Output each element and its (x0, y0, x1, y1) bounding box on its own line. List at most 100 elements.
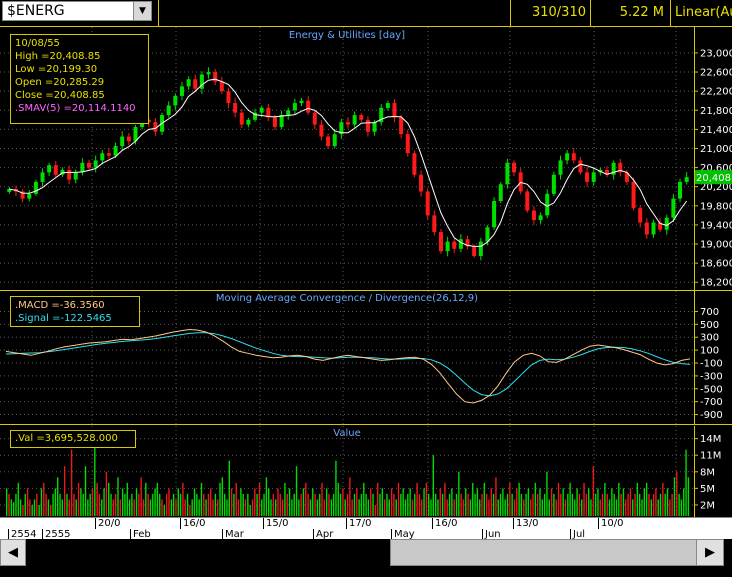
candle-body (53, 165, 58, 175)
value-bar (152, 493, 154, 516)
value-bar (687, 477, 690, 516)
scroll-left-button[interactable]: ◀ (0, 539, 26, 566)
value-bar (374, 504, 377, 516)
candle-body (551, 174, 556, 194)
value-bar (488, 499, 490, 516)
scroll-right-button[interactable]: ▶ (696, 539, 724, 566)
value-bar (673, 477, 676, 516)
value-bar (562, 488, 564, 516)
value-bar (583, 482, 585, 516)
value-axis-label: 5M (700, 484, 715, 495)
value-bar (485, 493, 488, 516)
value-bar (135, 488, 138, 516)
value-bar (325, 488, 328, 516)
value-bar (330, 499, 333, 516)
chevron-down-icon[interactable]: ▼ (133, 2, 151, 20)
value-bar (70, 449, 73, 516)
candle-body (372, 122, 377, 132)
price-axis-label: 18,600 (700, 259, 732, 270)
value-bar (114, 493, 117, 516)
value-bar (45, 493, 47, 516)
value-bar (19, 499, 22, 516)
value-bar (363, 482, 365, 516)
value-bar (272, 493, 275, 516)
value-bar (184, 499, 186, 516)
price-pane[interactable]: Energy & Utilities [day] 23,000 22,600 22,… (0, 27, 732, 291)
candle-body (73, 172, 78, 180)
value-bar (161, 499, 163, 516)
value-bar (527, 488, 530, 516)
candle-body (259, 107, 264, 113)
candle-body (438, 232, 443, 252)
value-bar (671, 493, 673, 516)
value-pane[interactable]: Value 14M 11M 8M 5M 2M .Val =3,695,528.000 (0, 426, 732, 517)
scroll-track[interactable] (26, 539, 720, 566)
value-bar (332, 493, 335, 516)
volume-total-display: 5.22 M (590, 0, 670, 26)
value-bar (40, 488, 43, 516)
value-bar (281, 499, 284, 516)
value-bar (453, 499, 455, 516)
value-bar (344, 499, 346, 516)
value-bar (632, 499, 634, 516)
value-bar (33, 499, 36, 516)
value-bar (8, 493, 10, 516)
value-bar (94, 444, 96, 516)
value-bar (372, 493, 374, 516)
value-bar (560, 493, 562, 516)
value-bar (251, 499, 254, 516)
value-bar (142, 499, 145, 516)
value-axis-label: 2M (700, 500, 715, 511)
last-price-label: 20,408 (696, 173, 731, 184)
value-bar (481, 493, 483, 516)
signal-line (5, 332, 691, 397)
value-bar (388, 499, 390, 516)
candle-body (206, 72, 211, 75)
value-bar (295, 466, 298, 516)
value-bar (509, 482, 511, 516)
value-bar (576, 488, 578, 516)
candle-body (33, 181, 38, 194)
value-axis-label: 14M (700, 434, 721, 445)
value-bar (427, 493, 430, 516)
value-bar (685, 449, 687, 516)
value-bar (105, 471, 108, 516)
macd-pane[interactable]: Moving Average Convergence / Divergence(… (0, 291, 732, 425)
value-bar (469, 499, 472, 516)
value-bar (126, 482, 128, 516)
value-bar (270, 499, 272, 516)
value-bar (29, 499, 31, 516)
value-bar (261, 499, 263, 516)
value-bar (91, 488, 94, 516)
value-bar (585, 493, 588, 516)
value-bar (12, 502, 15, 516)
info-value: .Val =3,695,528.000 (15, 433, 118, 444)
horizontal-scrollbar[interactable]: ◀ ▶ (0, 539, 732, 566)
value-bar (530, 499, 532, 516)
value-bar (205, 499, 207, 516)
scroll-thumb[interactable] (390, 539, 720, 566)
value-bar (147, 493, 149, 516)
symbol-input[interactable] (3, 2, 133, 20)
value-bar (611, 488, 613, 516)
value-bar (460, 493, 462, 516)
date-tick-day: 17/0 (346, 518, 371, 529)
value-bar (189, 504, 191, 516)
candle-body (432, 215, 437, 233)
scale-mode-button[interactable]: Linear(Aut (670, 0, 732, 26)
value-bar (342, 488, 344, 516)
value-bar (337, 482, 339, 516)
value-bar (539, 488, 541, 516)
candle-body (445, 241, 450, 252)
candle-body (485, 227, 490, 242)
value-bar (87, 499, 89, 516)
symbol-combobox[interactable]: ▼ (2, 1, 152, 21)
candle-body (505, 162, 510, 185)
value-axis-label: 8M (700, 467, 715, 478)
candle-body (306, 100, 311, 113)
candle-body (120, 136, 125, 147)
arrow-left-icon: ◀ (8, 545, 18, 560)
arrow-right-icon: ▶ (705, 545, 715, 560)
value-bar (168, 488, 170, 516)
candle-body (545, 193, 550, 216)
